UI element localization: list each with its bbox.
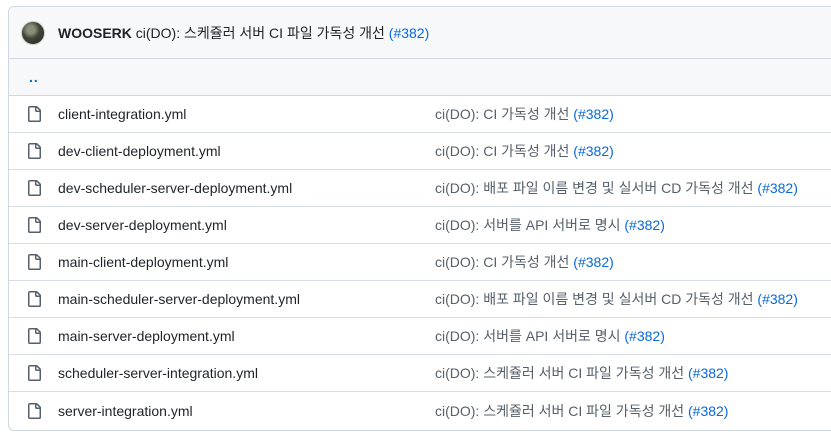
file-icon	[26, 180, 42, 196]
file-row[interactable]: scheduler-server-integration.yml ci(DO): …	[9, 355, 831, 392]
file-row[interactable]: main-client-deployment.yml ci(DO): CI 가독성…	[9, 244, 831, 281]
file-row[interactable]: dev-client-deployment.yml ci(DO): CI 가독성 …	[9, 133, 831, 170]
row-pr-link[interactable]: (#382)	[688, 365, 728, 381]
file-browser: WOOSERK ci(DO): 스케쥴러 서버 CI 파일 가독성 개선 (#3…	[8, 6, 831, 431]
row-pr-link[interactable]: (#382)	[757, 291, 797, 307]
file-icon	[26, 291, 42, 307]
file-icon	[26, 143, 42, 159]
file-row[interactable]: dev-server-deployment.yml ci(DO): 서버를 API…	[9, 207, 831, 244]
commit-message-cell: ci(DO): 서버를 API 서버로 명시 (#382)	[435, 326, 665, 346]
row-commit-message[interactable]: ci(DO): CI 가독성 개선	[435, 143, 573, 159]
file-icon	[26, 402, 42, 419]
avatar[interactable]	[21, 20, 45, 45]
row-commit-message[interactable]: ci(DO): 배포 파일 이름 변경 및 실서버 CD 가독성 개선	[435, 180, 757, 196]
file-name-link[interactable]: dev-scheduler-server-deployment.yml	[58, 180, 435, 196]
commit-author[interactable]: WOOSERK	[58, 25, 132, 41]
file-name-link[interactable]: scheduler-server-integration.yml	[58, 365, 435, 381]
file-icon	[26, 217, 42, 233]
file-icon	[26, 328, 42, 344]
file-icon	[26, 365, 42, 381]
file-name-link[interactable]: main-client-deployment.yml	[58, 254, 435, 270]
file-name-link[interactable]: dev-client-deployment.yml	[58, 143, 435, 159]
row-commit-message[interactable]: ci(DO): 서버를 API 서버로 명시	[435, 328, 624, 344]
commit-message-cell: ci(DO): CI 가독성 개선 (#382)	[435, 104, 614, 124]
file-list: client-integration.yml ci(DO): CI 가독성 개선 …	[9, 96, 831, 429]
row-pr-link[interactable]: (#382)	[573, 254, 613, 270]
commit-message-cell: ci(DO): 서버를 API 서버로 명시 (#382)	[435, 215, 665, 235]
row-commit-message[interactable]: ci(DO): 서버를 API 서버로 명시	[435, 217, 624, 233]
file-name-link[interactable]: server-integration.yml	[58, 403, 435, 419]
file-name-link[interactable]: main-scheduler-server-deployment.yml	[58, 291, 435, 307]
file-name-link[interactable]: dev-server-deployment.yml	[58, 217, 435, 233]
row-commit-message[interactable]: ci(DO): 스케쥴러 서버 CI 파일 가독성 개선	[435, 365, 688, 381]
file-icon	[26, 254, 42, 270]
file-row[interactable]: main-server-deployment.yml ci(DO): 서버를 AP…	[9, 318, 831, 355]
row-pr-link[interactable]: (#382)	[573, 106, 613, 122]
commit-message-cell: ci(DO): 스케쥴러 서버 CI 파일 가독성 개선 (#382)	[435, 363, 728, 383]
row-commit-message[interactable]: ci(DO): 배포 파일 이름 변경 및 실서버 CD 가독성 개선	[435, 291, 757, 307]
row-pr-link[interactable]: (#382)	[688, 403, 728, 419]
file-row[interactable]: server-integration.yml ci(DO): 스케쥴러 서버 CI…	[9, 392, 831, 429]
commit-message-cell: ci(DO): 배포 파일 이름 변경 및 실서버 CD 가독성 개선 (#38…	[435, 289, 798, 309]
row-commit-message[interactable]: ci(DO): CI 가독성 개선	[435, 254, 573, 270]
latest-commit-text: WOOSERK ci(DO): 스케쥴러 서버 CI 파일 가독성 개선 (#3…	[58, 23, 429, 43]
row-commit-message[interactable]: ci(DO): CI 가독성 개선	[435, 106, 573, 122]
latest-commit-header: WOOSERK ci(DO): 스케쥴러 서버 CI 파일 가독성 개선 (#3…	[9, 7, 831, 59]
commit-message-cell: ci(DO): 배포 파일 이름 변경 및 실서버 CD 가독성 개선 (#38…	[435, 178, 798, 198]
parent-directory-row[interactable]: ..	[9, 59, 831, 96]
commit-message-cell: ci(DO): CI 가독성 개선 (#382)	[435, 141, 614, 161]
commit-pr-link[interactable]: (#382)	[389, 25, 429, 41]
commit-message-cell: ci(DO): 스케쥴러 서버 CI 파일 가독성 개선 (#382)	[435, 401, 728, 421]
row-pr-link[interactable]: (#382)	[624, 328, 664, 344]
commit-message-cell: ci(DO): CI 가독성 개선 (#382)	[435, 252, 614, 272]
file-row[interactable]: dev-scheduler-server-deployment.yml ci(DO…	[9, 170, 831, 207]
file-row[interactable]: main-scheduler-server-deployment.yml ci(D…	[9, 281, 831, 318]
file-icon	[26, 106, 42, 122]
file-row[interactable]: client-integration.yml ci(DO): CI 가독성 개선 …	[9, 96, 831, 133]
row-pr-link[interactable]: (#382)	[757, 180, 797, 196]
file-name-link[interactable]: client-integration.yml	[58, 106, 435, 122]
row-pr-link[interactable]: (#382)	[573, 143, 613, 159]
commit-message[interactable]: ci(DO): 스케쥴러 서버 CI 파일 가독성 개선	[136, 25, 385, 41]
file-name-link[interactable]: main-server-deployment.yml	[58, 328, 435, 344]
row-commit-message[interactable]: ci(DO): 스케쥴러 서버 CI 파일 가독성 개선	[435, 403, 688, 419]
parent-directory-link[interactable]: ..	[29, 69, 39, 85]
row-pr-link[interactable]: (#382)	[624, 217, 664, 233]
